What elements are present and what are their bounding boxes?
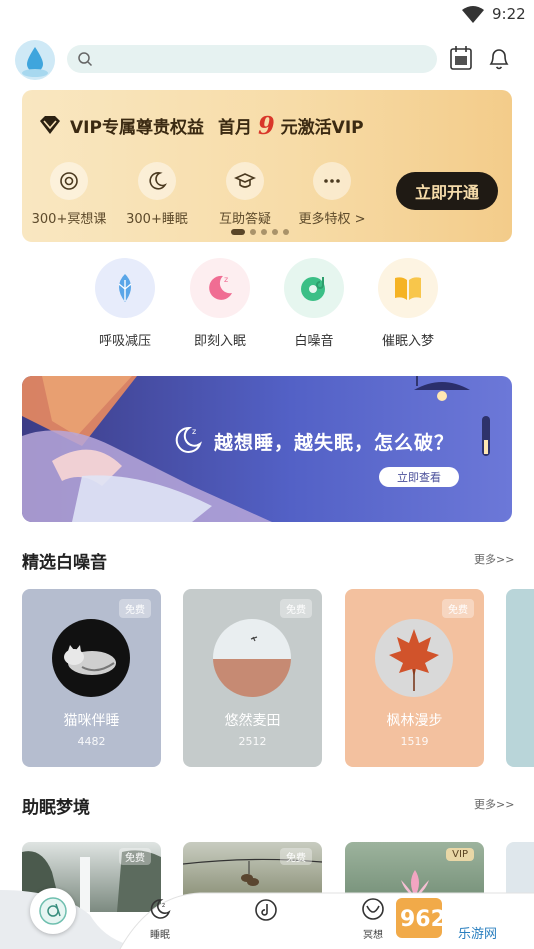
avatar[interactable] bbox=[15, 40, 55, 80]
noise-name: 枫林漫步 bbox=[386, 713, 443, 729]
moon-icon bbox=[149, 172, 167, 190]
banner-headline: 越想睡，越失眠，怎么破？ bbox=[214, 432, 455, 454]
tab-label: 睡眠 bbox=[150, 930, 170, 941]
wifi-icon bbox=[462, 6, 484, 23]
carousel-dot bbox=[231, 229, 245, 235]
tab-meditation[interactable]: 冥想 bbox=[348, 898, 398, 941]
mini-player-button[interactable] bbox=[30, 888, 76, 934]
carousel-dot bbox=[250, 229, 256, 235]
play-count: 2512 bbox=[238, 735, 267, 748]
banner-view-button[interactable]: 立即查看 bbox=[379, 467, 459, 487]
quick-white-noise[interactable]: 白噪音 bbox=[274, 258, 354, 349]
graduation-cap-icon bbox=[234, 173, 256, 188]
moon-icon: z bbox=[150, 899, 171, 919]
perk-more[interactable]: 更多特权 > bbox=[282, 162, 382, 227]
carousel-dot bbox=[261, 229, 267, 235]
watermark-logo: 962.NET 乐游网 bbox=[396, 898, 503, 942]
moon-icon: z bbox=[175, 426, 202, 453]
play-count: 4482 bbox=[77, 735, 106, 748]
free-badge: 免费 bbox=[119, 599, 151, 618]
site-watermark: 962.NET 乐游网 bbox=[396, 896, 528, 942]
water-drop-icon bbox=[15, 40, 55, 80]
perk-sleep[interactable]: 300+睡眠 bbox=[107, 162, 207, 227]
vip-offer-price: 9 bbox=[257, 110, 275, 140]
status-time: 9:22 bbox=[492, 5, 526, 23]
book-icon bbox=[395, 277, 421, 300]
more-dots-icon bbox=[324, 179, 340, 183]
search-icon bbox=[78, 52, 93, 67]
perk-meditation[interactable]: 300+冥想课 bbox=[22, 162, 119, 227]
quick-label: 即刻入眠 bbox=[193, 334, 246, 349]
carousel-dot bbox=[283, 229, 289, 235]
noise-name: 猫咪伴睡 bbox=[63, 713, 120, 729]
white-noise-title: 精选白噪音 bbox=[22, 553, 107, 573]
bell-icon[interactable] bbox=[487, 45, 511, 71]
checkin-calendar-icon[interactable] bbox=[449, 45, 473, 71]
target-icon bbox=[60, 172, 78, 190]
svg-text:z: z bbox=[224, 275, 228, 284]
noise-name: 悠然麦田 bbox=[224, 713, 281, 729]
play-count: 1519 bbox=[400, 735, 429, 748]
free-badge: 免费 bbox=[280, 848, 312, 865]
free-badge: 免费 bbox=[280, 599, 312, 618]
activate-vip-button[interactable]: 立即开通 bbox=[396, 172, 498, 210]
noise-card-maple[interactable]: 免费 枫林漫步 1519 bbox=[345, 589, 484, 767]
vip-badge: VIP bbox=[446, 848, 474, 861]
perk-label: 300+冥想课 bbox=[31, 212, 107, 227]
quick-label: 白噪音 bbox=[294, 334, 334, 349]
music-note-icon bbox=[255, 899, 277, 921]
noise-card-cat[interactable]: 免费 猫咪伴睡 4482 bbox=[22, 589, 161, 767]
svg-text:乐游网: 乐游网 bbox=[458, 927, 497, 942]
svg-text:z: z bbox=[162, 902, 165, 909]
vip-card[interactable]: VIP专属尊贵权益 首月 9 元激活VIP 300+冥想课 300+睡眠 互助答… bbox=[22, 90, 512, 242]
header bbox=[0, 38, 534, 82]
vip-title-row: VIP专属尊贵权益 首月 9 元激活VIP bbox=[38, 110, 364, 140]
tab-sleep[interactable]: z 睡眠 bbox=[135, 898, 185, 941]
white-noise-more-link[interactable]: 更多>> bbox=[474, 551, 514, 567]
noise-card-partial[interactable] bbox=[506, 589, 534, 767]
quick-label: 催眠入梦 bbox=[381, 334, 434, 349]
quick-hypnosis[interactable]: 催眠入梦 bbox=[368, 258, 448, 349]
sleeping-moon-icon: z bbox=[209, 275, 232, 300]
free-badge: 免费 bbox=[119, 848, 151, 865]
perk-label: 互助答疑 bbox=[218, 212, 271, 227]
diamond-icon bbox=[40, 116, 60, 134]
vip-title: VIP专属尊贵权益 bbox=[70, 117, 204, 138]
cat-cover-image bbox=[52, 619, 130, 697]
vip-offer-prefix: 首月 bbox=[217, 117, 252, 138]
dream-title: 助眠梦境 bbox=[22, 798, 90, 818]
meditation-icon bbox=[362, 898, 384, 920]
maple-leaf-cover-image bbox=[375, 619, 453, 697]
leaf-icon bbox=[118, 274, 132, 302]
search-input[interactable] bbox=[99, 49, 419, 69]
perk-qa[interactable]: 互助答疑 bbox=[195, 162, 295, 227]
quick-label: 呼吸减压 bbox=[98, 334, 151, 349]
dream-more-link[interactable]: 更多>> bbox=[474, 796, 514, 812]
quick-sleep-now[interactable]: z 即刻入眠 bbox=[180, 258, 260, 349]
noise-card-field[interactable]: 免费 悠然麦田 2512 bbox=[183, 589, 322, 767]
status-bar: 9:22 bbox=[0, 0, 534, 30]
insomnia-banner[interactable]: z 越想睡，越失眠，怎么破？ 立即查看 bbox=[22, 376, 512, 522]
search-bar[interactable] bbox=[67, 45, 437, 73]
vip-offer-suffix: 元激活VIP bbox=[280, 117, 364, 138]
quick-breathe[interactable]: 呼吸减压 bbox=[85, 258, 165, 349]
vinyl-record-icon bbox=[301, 277, 325, 301]
perk-label: 更多特权 > bbox=[298, 212, 366, 227]
carousel-dot bbox=[272, 229, 278, 235]
free-badge: 免费 bbox=[442, 599, 474, 618]
tab-music[interactable] bbox=[241, 898, 291, 926]
perk-label: 300+睡眠 bbox=[126, 212, 188, 227]
carousel-indicator bbox=[231, 229, 289, 235]
tab-label: 冥想 bbox=[363, 930, 383, 941]
svg-text:z: z bbox=[192, 427, 196, 436]
vinyl-disc-icon bbox=[39, 897, 67, 925]
wheat-field-cover-image bbox=[213, 619, 291, 697]
